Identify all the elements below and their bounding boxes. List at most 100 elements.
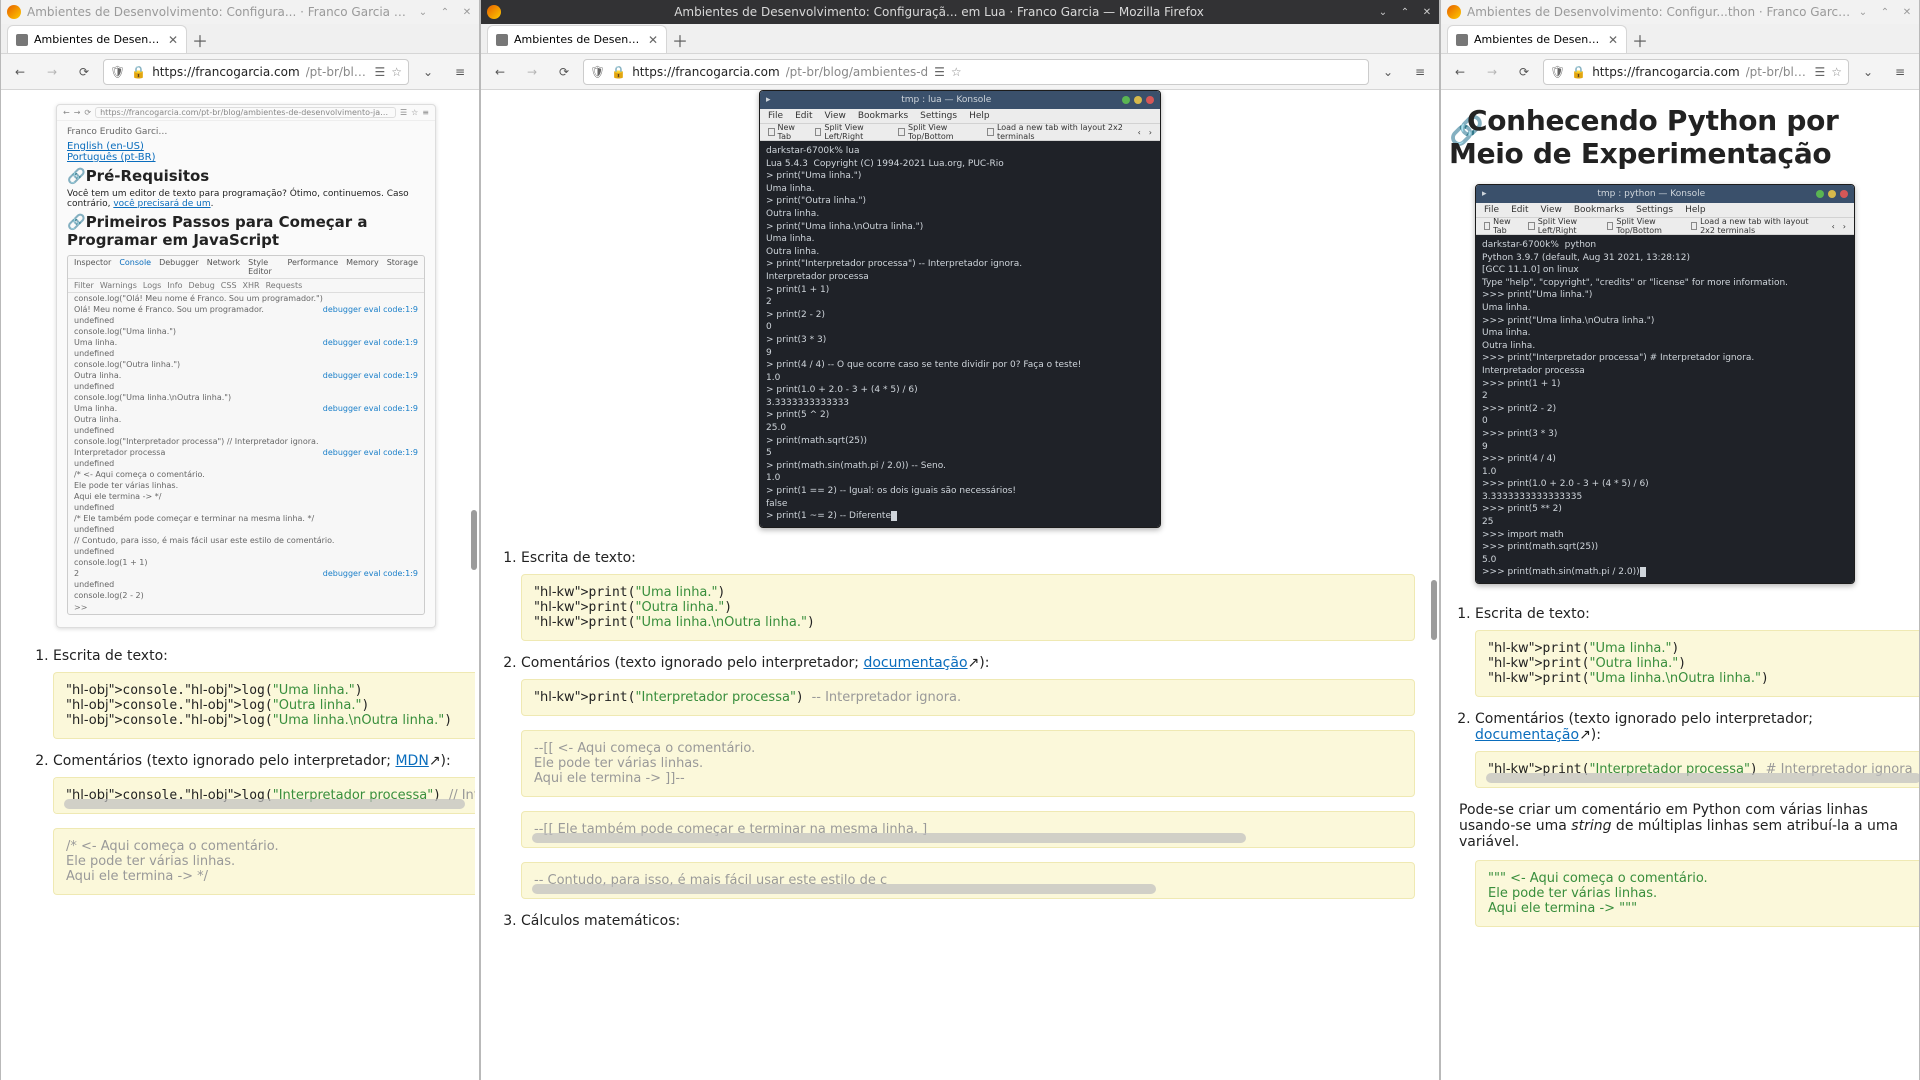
pocket-icon[interactable]: ⌄ <box>415 59 441 85</box>
reload-button[interactable]: ⟳ <box>551 59 577 85</box>
konsole-text: darkstar-6700k% python Python 3.9.7 (def… <box>1482 240 1788 577</box>
mdn-link[interactable]: MDN <box>395 753 428 769</box>
menu-icon[interactable]: ≡ <box>1887 59 1913 85</box>
url-path: /pt-br/blog/ambiente <box>306 65 369 79</box>
konsole-menu-item: File <box>1484 205 1499 215</box>
url-host: https://francogarcia.com <box>632 65 779 79</box>
heading-text: Conhecendo Python por Meio de Experiment… <box>1449 104 1839 170</box>
doc-link[interactable]: documentação <box>863 655 967 671</box>
new-tab-button[interactable]: ＋ <box>1627 27 1653 53</box>
console-row: Uma linha.debugger eval code:1:9 <box>68 403 424 414</box>
console-row: console.log("Olá! Meu nome é Franco. Sou… <box>68 293 424 304</box>
navbar: ← → ⟳ 🛡 🔒 https://francogarcia.com/pt-br… <box>1 54 479 90</box>
address-bar[interactable]: 🛡 🔒 https://francogarcia.com/pt-br/blog/… <box>103 59 409 85</box>
devtools-filter: XHR <box>243 281 260 290</box>
konsole-title: tmp : lua — Konsole <box>777 95 1116 105</box>
win-min-icon <box>1122 96 1130 104</box>
tab-close-icon[interactable]: ✕ <box>168 33 178 47</box>
list-item: Escrita de texto: "hl-kw">print("Uma lin… <box>521 550 1415 641</box>
minimize-icon[interactable]: ⌄ <box>1857 6 1869 18</box>
back-button[interactable]: ← <box>7 59 33 85</box>
page-scrollbar[interactable] <box>1429 90 1439 1080</box>
tab-label: Ambientes de Desenvolvimen <box>1474 33 1602 46</box>
cursor-icon <box>1640 567 1646 577</box>
bookmark-icon[interactable]: ☆ <box>951 65 962 79</box>
console-row: console.log(1 + 1) <box>68 557 424 568</box>
tab-strip: Ambientes de Desenvolvimen ✕ ＋ <box>1 24 479 54</box>
forward-button[interactable]: → <box>519 59 545 85</box>
para-em: string <box>1571 818 1611 834</box>
close-icon[interactable]: ✕ <box>1421 6 1433 18</box>
window-title: Ambientes de Desenvolvimento: Configura.… <box>27 5 411 19</box>
close-icon[interactable]: ✕ <box>461 6 473 18</box>
back-button[interactable]: ← <box>487 59 513 85</box>
h-scrollbar[interactable] <box>1486 773 1919 783</box>
new-tab-button[interactable]: ＋ <box>667 27 693 53</box>
konsole-menu-item: Settings <box>920 111 957 121</box>
console-row: undefined <box>68 348 424 359</box>
devtools-filter: Debug <box>188 281 214 290</box>
toolbar-icon <box>987 128 994 136</box>
tab-label: Ambientes de Desenvolvimen <box>34 33 162 46</box>
reload-button[interactable]: ⟳ <box>71 59 97 85</box>
console-row: undefined <box>68 458 424 469</box>
forward-button[interactable]: → <box>39 59 65 85</box>
maximize-icon[interactable]: ⌃ <box>1399 6 1411 18</box>
konsole-output: darkstar-6700k% lua Lua 5.4.3 Copyright … <box>760 141 1160 527</box>
url-host: https://francogarcia.com <box>152 65 299 79</box>
browser-tab[interactable]: Ambientes de Desenvolvimen ✕ <box>487 25 667 53</box>
konsole-menu-item: View <box>825 111 846 121</box>
code-block: "hl-kw">print("Interpretador processa") … <box>521 679 1415 716</box>
reader-icon[interactable]: ☰ <box>374 65 385 79</box>
item-heading: Comentários (texto ignorado pelo interpr… <box>53 753 395 769</box>
devtools-filter: Filter <box>74 281 94 290</box>
minimize-icon[interactable]: ⌄ <box>417 6 429 18</box>
list-item: Escrita de texto: "hl-obj">console."hl-o… <box>53 648 455 739</box>
close-icon[interactable]: ✕ <box>1901 6 1913 18</box>
bookmark-icon[interactable]: ☆ <box>1831 65 1842 79</box>
menu-icon[interactable]: ≡ <box>1407 59 1433 85</box>
h-scrollbar[interactable] <box>532 884 1156 894</box>
back-button[interactable]: ← <box>1447 59 1473 85</box>
code-block: --[[ <- Aqui começa o comentário. Ele po… <box>521 730 1415 797</box>
toolbar-icon <box>1691 222 1697 230</box>
browser-tab[interactable]: Ambientes de Desenvolvimen ✕ <box>7 25 187 53</box>
reader-icon[interactable]: ☰ <box>934 65 945 79</box>
tab-label: Ambientes de Desenvolvimen <box>514 33 642 46</box>
forward-button[interactable]: → <box>1479 59 1505 85</box>
navbar: ← → ⟳ 🛡 🔒 https://francogarcia.com/pt-br… <box>481 54 1439 90</box>
reload-button[interactable]: ⟳ <box>1511 59 1537 85</box>
address-bar[interactable]: 🛡 🔒 https://francogarcia.com/pt-br/blog/… <box>583 59 1369 85</box>
favicon-icon <box>1456 34 1468 46</box>
maximize-icon[interactable]: ⌃ <box>439 6 451 18</box>
tab-close-icon[interactable]: ✕ <box>1608 33 1618 47</box>
page-scrollbar[interactable] <box>469 90 479 1080</box>
tab-close-icon[interactable]: ✕ <box>648 33 658 47</box>
h-scrollbar[interactable] <box>532 833 1246 843</box>
console-row: undefined <box>68 381 424 392</box>
maximize-icon[interactable]: ⌃ <box>1879 6 1891 18</box>
new-tab-button[interactable]: ＋ <box>187 27 213 53</box>
item-heading: Comentários (texto ignorado pelo interpr… <box>1475 711 1813 727</box>
konsole-title: tmp : python — Konsole <box>1493 189 1810 199</box>
url-path: /pt-br/blog/ambientes-d <box>786 65 929 79</box>
emb-fwd-icon: → <box>74 108 81 117</box>
address-bar[interactable]: 🛡 🔒 https://francogarcia.com/pt-br/blog/… <box>1543 59 1849 85</box>
menu-icon[interactable]: ≡ <box>447 59 473 85</box>
paragraph: Pode-se criar um comentário em Python co… <box>1459 802 1911 850</box>
doc-link[interactable]: documentação <box>1475 727 1579 743</box>
code-block: /* <- Aqui começa o comentário. Ele pode… <box>53 828 475 895</box>
toolbar-icon <box>1484 222 1490 230</box>
browser-tab[interactable]: Ambientes de Desenvolvimen ✕ <box>1447 25 1627 53</box>
konsole-toolbar-item: New Tab <box>768 123 803 141</box>
h-scrollbar[interactable] <box>64 799 465 809</box>
bookmark-icon[interactable]: ☆ <box>391 65 402 79</box>
konsole-toolbar-item: Split View Left/Right <box>1528 217 1595 235</box>
navbar: ← → ⟳ 🛡 🔒 https://francogarcia.com/pt-br… <box>1441 54 1919 90</box>
console-row: // Contudo, para isso, é mais fácil usar… <box>68 535 424 546</box>
reader-icon[interactable]: ☰ <box>1814 65 1825 79</box>
minimize-icon[interactable]: ⌄ <box>1377 6 1389 18</box>
pocket-icon[interactable]: ⌄ <box>1375 59 1401 85</box>
pocket-icon[interactable]: ⌄ <box>1855 59 1881 85</box>
tab-strip: Ambientes de Desenvolvimen ✕ ＋ <box>481 24 1439 54</box>
